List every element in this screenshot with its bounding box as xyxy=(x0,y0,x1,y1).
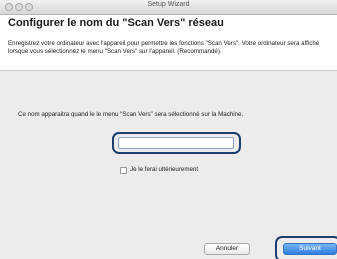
title-bar[interactable]: Setup Wizard xyxy=(0,0,337,15)
page-title: Configurer le nom du "Scan Vers" réseau xyxy=(8,17,224,29)
next-highlight-frame xyxy=(275,236,337,259)
do-it-later-checkbox[interactable] xyxy=(120,167,127,174)
description-text: Enregistrez votre ordinateur avec l'appa… xyxy=(8,40,320,55)
window-title: Setup Wizard xyxy=(147,1,190,8)
cancel-button[interactable]: Annuler xyxy=(204,243,250,255)
do-it-later-label[interactable]: Je le ferai ultérieurement xyxy=(130,166,198,173)
content-panel xyxy=(0,71,337,259)
input-highlight-frame xyxy=(112,132,241,154)
setup-wizard-window: Setup Wizard Configurer le nom du "Scan … xyxy=(0,0,337,259)
info-text: Ce nom apparaitra quand le le menu "Scan… xyxy=(18,111,244,118)
